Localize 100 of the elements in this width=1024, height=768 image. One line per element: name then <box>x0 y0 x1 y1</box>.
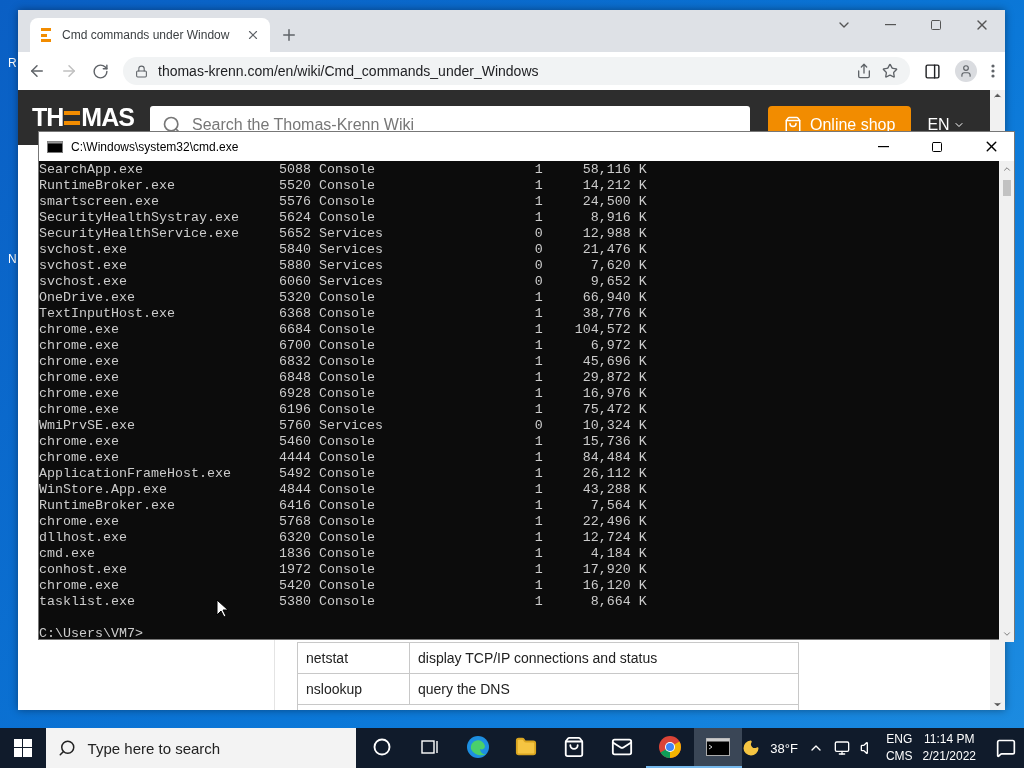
process-name: WmiPrvSE.exe <box>39 418 135 434</box>
session-name: Services <box>318 418 383 434</box>
back-icon <box>28 62 46 80</box>
session-name: Console <box>318 210 375 226</box>
console-scrollbar[interactable] <box>999 161 1014 642</box>
session-number: 1 <box>534 514 543 530</box>
session-name: Console <box>318 466 375 482</box>
table-cell: display TCP/IP connections and status <box>409 643 798 673</box>
process-name: RuntimeBroker.exe <box>39 178 175 194</box>
terminal-icon <box>706 738 731 756</box>
process-id: 4444 <box>278 450 311 466</box>
process-id: 6320 <box>278 530 311 546</box>
session-name: Console <box>318 162 375 178</box>
process-name: svchost.exe <box>39 274 127 290</box>
memory-usage: 8,916 K <box>590 210 647 226</box>
side-panel-button[interactable] <box>924 62 941 80</box>
process-id: 6060 <box>278 274 311 290</box>
browser-tab[interactable]: Cmd commands under Window <box>30 18 270 52</box>
process-id: 6416 <box>278 498 311 514</box>
menu-button[interactable] <box>991 64 995 78</box>
session-name: Console <box>318 514 375 530</box>
session-name: Services <box>318 258 383 274</box>
task-view-icon <box>421 739 440 755</box>
memory-usage: 38,776 K <box>582 306 647 322</box>
process-id: 6196 <box>278 402 311 418</box>
session-number: 1 <box>534 530 543 546</box>
session-number: 1 <box>534 434 543 450</box>
site-icon <box>40 27 54 43</box>
plus-icon <box>280 26 298 44</box>
memory-usage: 75,472 K <box>582 402 647 418</box>
input-language[interactable]: ENG CMS <box>885 731 913 765</box>
session-number: 1 <box>534 322 543 338</box>
session-name: Services <box>318 274 383 290</box>
session-number: 1 <box>534 210 543 226</box>
process-id: 5576 <box>278 194 311 210</box>
memory-usage: 58,116 K <box>582 162 647 178</box>
memory-usage: 17,920 K <box>582 562 647 578</box>
process-id: 1836 <box>278 546 311 562</box>
minimize-icon <box>877 145 889 148</box>
memory-usage: 7,564 K <box>590 498 647 514</box>
mouse-cursor-icon <box>216 599 228 618</box>
close-tab-button[interactable] <box>246 28 260 42</box>
session-number: 1 <box>534 450 543 466</box>
memory-usage: 43,288 K <box>582 482 647 498</box>
windows-icon <box>13 739 32 757</box>
session-name: Console <box>318 498 375 514</box>
session-number: 1 <box>534 466 543 482</box>
session-number: 0 <box>534 258 543 274</box>
search-icon <box>57 739 76 757</box>
profile-button[interactable] <box>955 60 977 82</box>
reload-button[interactable] <box>92 62 109 80</box>
session-number: 1 <box>534 594 543 610</box>
bookmark-button[interactable] <box>882 63 898 79</box>
process-id: 6700 <box>278 338 311 354</box>
memory-usage: 24,500 K <box>582 194 647 210</box>
session-number: 1 <box>534 482 543 498</box>
session-number: 1 <box>534 194 543 210</box>
share-button[interactable] <box>856 63 872 79</box>
memory-usage: 66,940 K <box>582 290 647 306</box>
process-name: chrome.exe <box>39 578 119 594</box>
network-icon[interactable] <box>833 740 850 756</box>
process-id: 5492 <box>278 466 311 482</box>
session-name: Console <box>318 402 375 418</box>
memory-usage: 12,988 K <box>582 226 647 242</box>
session-name: Console <box>318 594 375 610</box>
back-button[interactable] <box>28 62 46 80</box>
table-cell: query the DNS <box>409 674 798 704</box>
process-name: chrome.exe <box>39 386 119 402</box>
session-name: Console <box>318 434 375 450</box>
taskbar-app-button[interactable] <box>694 728 743 768</box>
process-name: conhost.exe <box>39 562 127 578</box>
scroll-thumb[interactable] <box>1002 180 1011 196</box>
notifications-icon[interactable] <box>996 738 1016 758</box>
process-id: 5460 <box>278 434 311 450</box>
memory-usage: 84,484 K <box>582 450 647 466</box>
reload-icon <box>92 62 109 80</box>
session-name: Console <box>318 306 375 322</box>
session-number: 1 <box>534 546 543 562</box>
taskbar-search-field[interactable]: Type here to search <box>45 728 357 768</box>
menu-icon <box>991 64 995 78</box>
process-id: 5880 <box>278 258 311 274</box>
session-name: Console <box>318 290 375 306</box>
address-bar[interactable]: thomas-krenn.com/en/wiki/Cmd_commands_under_Windows <box>123 57 910 85</box>
session-name: Console <box>318 370 375 386</box>
session-number: 1 <box>534 290 543 306</box>
session-number: 1 <box>534 578 543 594</box>
process-name: svchost.exe <box>39 258 127 274</box>
side-panel-icon <box>924 62 941 80</box>
process-name: chrome.exe <box>39 450 119 466</box>
process-name: chrome.exe <box>39 402 119 418</box>
session-name: Console <box>318 386 375 402</box>
clock[interactable]: 11:14 PM 2/21/2022 <box>922 731 976 765</box>
session-number: 0 <box>534 226 543 242</box>
browser-icon <box>466 735 491 759</box>
process-id: 5380 <box>278 594 311 610</box>
session-number: 1 <box>534 402 543 418</box>
memory-usage: 10,324 K <box>582 418 647 434</box>
memory-usage: 6,972 K <box>590 338 647 354</box>
process-name: ApplicationFrameHost.exe <box>39 466 231 482</box>
language-menu[interactable]: EN <box>927 115 965 134</box>
